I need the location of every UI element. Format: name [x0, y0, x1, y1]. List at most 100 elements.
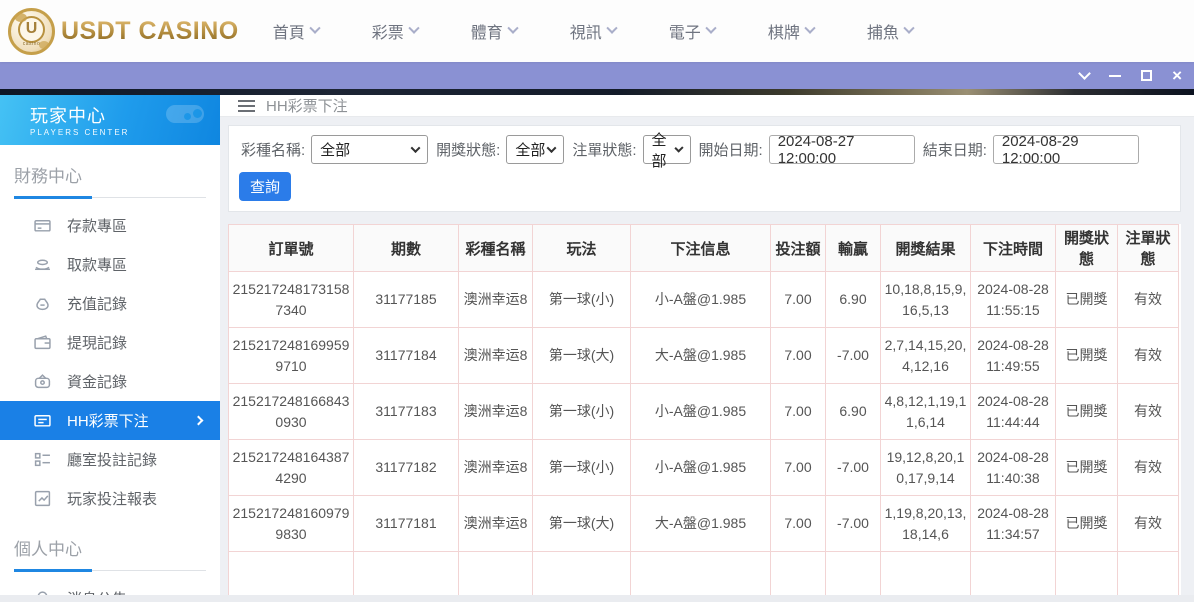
chevron-down-icon — [903, 22, 915, 34]
table-cell: 19,12,8,20,10,17,9,14 — [880, 439, 971, 496]
chevron-down-icon — [804, 22, 816, 34]
order-status-label: 注單狀態: — [572, 142, 637, 159]
table-cell: 第一球(小) — [532, 383, 631, 440]
nav-item-sports[interactable]: 體育 — [471, 19, 519, 43]
sidebar-item-hh-lottery-bets[interactable]: HH彩票下注 — [0, 401, 220, 440]
draw-status-select[interactable]: 全部 — [506, 135, 565, 164]
nav-label: 棋牌 — [767, 25, 800, 42]
sidebar-item-room-bet-records[interactable]: 廳室投註記錄 — [0, 440, 220, 479]
sidebar-item-label: 資金記錄 — [67, 374, 128, 391]
table-cell: 有效 — [1117, 383, 1179, 440]
sidebar-item-withdraw-zone[interactable]: 取款專區 — [0, 245, 220, 284]
table-cell: 已開獎 — [1055, 439, 1118, 496]
sidebar-item-player-bet-report[interactable]: 玩家投注報表 — [0, 479, 220, 518]
bank-card-icon — [34, 217, 51, 234]
sidebar-item-deposit-zone[interactable]: 存款專區 — [0, 206, 220, 245]
table-cell: 有效 — [1117, 439, 1179, 496]
hand-money-icon — [34, 256, 51, 273]
nav-item-live[interactable]: 視訊 — [570, 19, 618, 43]
sidebar-item-label: 提現記錄 — [67, 335, 128, 352]
site-header: U casino USDT CASINO 首頁 彩票 體育 視訊 電子 棋牌 捕… — [0, 0, 1194, 62]
close-button[interactable]: × — [1172, 67, 1182, 84]
table-cell: 澳洲幸运8 — [458, 495, 533, 552]
sidebar: 玩家中心 PLAYERS CENTER 財務中心 存款專區 取款專區 充值記錄 … — [0, 95, 220, 602]
end-date-input[interactable]: 2024-08-29 12:00:00 — [992, 133, 1139, 167]
chevron-down-icon — [546, 143, 557, 154]
chevron-down-icon — [507, 22, 519, 34]
table-cell: 小-A盤@1.985 — [630, 439, 771, 496]
purse-icon — [34, 373, 51, 390]
nav-label: 彩票 — [371, 25, 404, 42]
brand-text: USDT CASINO — [61, 16, 239, 45]
section-title-personal: 個人中心 — [14, 535, 206, 572]
filter-row: 彩種名稱: 全部 開獎狀態: 全部 注單狀態: 全部 開始日期: 2024-08… — [239, 132, 1170, 170]
table-cell: 7.00 — [770, 439, 826, 496]
select-value: 全部 — [515, 142, 546, 159]
nav-item-slots[interactable]: 電子 — [669, 19, 717, 43]
sidebar-item-label: 存款專區 — [67, 218, 128, 235]
nav-item-fishing[interactable]: 捕魚 — [867, 19, 915, 43]
table-cell: 6.90 — [825, 271, 881, 328]
table-cell: 2152172481731587340 — [228, 271, 354, 328]
hamburger-menu-icon[interactable] — [238, 99, 255, 112]
table-row: 2152172481643874290 31177182 澳洲幸运8 第一球(小) 小-… — [228, 439, 1179, 496]
sidebar-item-label: 廳室投註記錄 — [67, 452, 158, 469]
logo-u-icon: U casino — [8, 7, 55, 55]
sidebar-item-funds-records[interactable]: 資金記錄 — [0, 362, 220, 401]
sidebar-item-withdrawal-records[interactable]: 提現記錄 — [0, 323, 220, 362]
table-header-cell: 彩種名稱 — [458, 224, 533, 272]
chevron-down-icon — [606, 22, 618, 34]
chevron-down-icon — [705, 22, 717, 34]
table-header-cell: 開獎狀態 — [1055, 224, 1118, 272]
table-cell: 2,7,14,15,20,4,12,16 — [880, 327, 971, 384]
table-header-cell: 期數 — [353, 224, 459, 272]
sidebar-item-recharge-records[interactable]: 充值記錄 — [0, 284, 220, 323]
table-header-cell: 投注額 — [770, 224, 826, 272]
table-cell: 有效 — [1117, 271, 1179, 328]
chevron-down-icon — [1078, 67, 1091, 80]
usdt-casino-logo[interactable]: U casino USDT CASINO — [8, 7, 239, 55]
nav-item-lottery[interactable]: 彩票 — [371, 19, 420, 43]
section-title-finance: 財務中心 — [14, 162, 206, 199]
select-value: 全部 — [320, 142, 351, 159]
table-cell: 澳洲幸运8 — [458, 439, 533, 496]
table-cell: 澳洲幸运8 — [458, 327, 533, 384]
chevron-down-icon — [410, 143, 421, 154]
window-dropdown-button[interactable] — [1078, 67, 1091, 80]
table-cell: -7.00 — [825, 495, 881, 552]
bets-table: 訂單號 期數 彩種名稱 玩法 下注信息 投注額 輸贏 開獎結果 下注時間 開獎狀態 注單狀態 215… — [228, 224, 1179, 602]
query-button[interactable]: 查詢 — [239, 172, 291, 201]
nav-item-home[interactable]: 首頁 — [273, 19, 321, 43]
start-date-input[interactable]: 2024-08-27 12:00:00 — [768, 133, 915, 167]
table-cell: 31177184 — [353, 327, 459, 384]
nav-item-boardgames[interactable]: 棋牌 — [767, 19, 816, 43]
table-cell: 已開獎 — [1055, 271, 1118, 328]
table-cell: 澳洲幸运8 — [458, 271, 533, 328]
table-cell: 小-A盤@1.985 — [630, 383, 771, 440]
table-cell: 7.00 — [770, 327, 826, 384]
end-date-label: 結束日期: — [922, 142, 987, 159]
maximize-button[interactable] — [1141, 70, 1153, 81]
minimize-button[interactable] — [1109, 74, 1122, 77]
table-header-cell: 開獎結果 — [880, 224, 971, 272]
lottery-ticket-icon — [34, 412, 51, 429]
table-cell: 2024-08-28 11:44:44 — [970, 383, 1056, 440]
table-cell: 大-A盤@1.985 — [630, 495, 771, 552]
table-cell: 有效 — [1117, 495, 1179, 552]
players-center-subtitle: PLAYERS CENTER — [30, 128, 130, 137]
table-cell: 2024-08-28 11:40:38 — [970, 439, 1056, 496]
order-status-select[interactable]: 全部 — [642, 132, 691, 170]
table-cell: 已開獎 — [1055, 327, 1118, 384]
lottery-name-select[interactable]: 全部 — [311, 135, 429, 164]
table-cell: 第一球(大) — [532, 495, 631, 552]
table-cell: 31177182 — [353, 439, 459, 496]
table-header-cell: 訂單號 — [228, 224, 354, 272]
table-header-cell: 下注信息 — [630, 224, 771, 272]
draw-status-label: 開獎狀態: — [436, 142, 501, 159]
table-cell: 已開獎 — [1055, 495, 1118, 552]
filter-panel: 彩種名稱: 全部 開獎狀態: 全部 注單狀態: 全部 開始日期: 2024-08… — [228, 125, 1181, 212]
players-center-banner: 玩家中心 PLAYERS CENTER — [0, 95, 220, 145]
table-cell: 2024-08-28 11:49:55 — [970, 327, 1056, 384]
table-row: 2152172481699599710 31177184 澳洲幸运8 第一球(大) 大-… — [228, 327, 1179, 384]
table-cell: 1,19,8,20,13,18,14,6 — [880, 495, 971, 552]
